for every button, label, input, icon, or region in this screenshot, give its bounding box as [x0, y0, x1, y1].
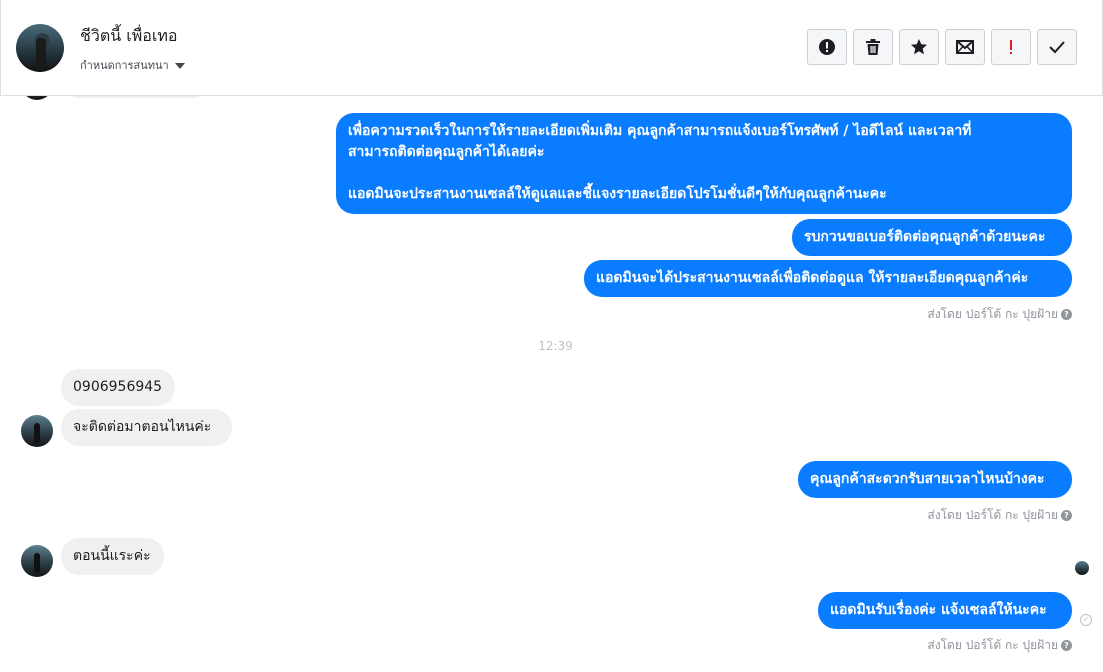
seen-avatar: [1075, 561, 1089, 575]
caret-down-icon: [174, 63, 185, 69]
outgoing-message-bubble[interactable]: เพื่อความรวดเร็วในการให้รายละเอียดเพิ่มเ…: [336, 113, 1072, 214]
timestamp: 12:39: [538, 339, 573, 353]
delete-button[interactable]: [853, 29, 893, 65]
trash-icon: [866, 39, 880, 55]
message-text: รบกวนขอเบอร์ติดต่อคุณลูกค้าด้วยนะคะ: [804, 229, 1046, 245]
message-text: 0906956945: [73, 379, 163, 395]
message-thread: เพื่อความรวดเร็วในการให้รายละเอียดเพิ่มเ…: [0, 96, 1101, 672]
conversation-settings-label: กำหนดการสนทนา: [80, 59, 169, 72]
help-icon[interactable]: ?: [1061, 640, 1072, 651]
message-text: เพื่อความรวดเร็วในการให้รายละเอียดเพิ่มเ…: [348, 123, 972, 139]
sent-by-label: ส่งโดย ปอร์โต้ กะ ปุยฝ้าย?: [927, 506, 1072, 525]
conversation-settings-dropdown[interactable]: กำหนดการสนทนา: [80, 56, 185, 74]
help-icon[interactable]: ?: [1061, 309, 1072, 320]
message-text: จะติดต่อมาตอนไหนค่ะ: [73, 419, 212, 435]
sent-by-text: ส่งโดย ปอร์โต้ กะ ปุยฝ้าย: [927, 508, 1058, 522]
sent-by-label: ส่งโดย ปอร์โต้ กะ ปุยฝ้าย?: [927, 305, 1072, 324]
message-text: สามารถติดต่อคุณลูกค้าได้เลยค่ะ: [348, 144, 545, 160]
outgoing-message-bubble[interactable]: แอดมินรับเรื่องค่ะ แจ้งเซลล์ให้นะคะ: [818, 592, 1072, 629]
incoming-message-bubble-cutoff[interactable]: [61, 96, 211, 98]
star-button[interactable]: [899, 29, 939, 65]
sent-by-text: ส่งโดย ปอร์โต้ กะ ปุยฝ้าย: [927, 307, 1058, 321]
outgoing-message-bubble[interactable]: คุณลูกค้าสะดวกรับสายเวลาไหนบ้างคะ: [798, 461, 1072, 498]
incoming-message-bubble[interactable]: ตอนนี้แระค่ะ: [61, 538, 164, 575]
help-icon[interactable]: ?: [1061, 510, 1072, 521]
message-text: แอดมินรับเรื่องค่ะ แจ้งเซลล์ให้นะคะ: [830, 602, 1047, 618]
mark-unread-button[interactable]: [945, 29, 985, 65]
mark-done-button[interactable]: [1037, 29, 1077, 65]
message-text: แอดมินจะได้ประสานงานเซลล์เพื่อติดต่อดูแล…: [596, 270, 1029, 286]
star-icon: [911, 39, 927, 55]
envelope-icon: [956, 40, 974, 54]
message-text: คุณลูกค้าสะดวกรับสายเวลาไหนบ้างคะ: [810, 471, 1045, 487]
red-exclamation-icon: [1010, 40, 1012, 54]
sent-by-label: ส่งโดย ปอร์โต้ กะ ปุยฝ้าย?: [927, 636, 1072, 655]
action-toolbar: [807, 29, 1077, 65]
message-text: แอดมินจะประสานงานเซลล์ให้ดูแลและชี้แจงรา…: [348, 186, 887, 202]
follow-up-button[interactable]: [991, 29, 1031, 65]
outgoing-message-bubble[interactable]: รบกวนขอเบอร์ติดต่อคุณลูกค้าด้วยนะคะ: [792, 219, 1072, 256]
contact-avatar-small[interactable]: [21, 415, 53, 447]
contact-name[interactable]: ชีวิตนี้ เพื่อเทอ: [80, 24, 178, 49]
incoming-message-bubble[interactable]: จะติดต่อมาตอนไหนค่ะ: [61, 409, 232, 446]
check-icon: [1049, 41, 1065, 54]
incoming-message-bubble[interactable]: 0906956945: [61, 369, 175, 406]
sent-check-icon: ✓: [1080, 614, 1092, 626]
contact-avatar-small: [21, 96, 53, 100]
mark-spam-button[interactable]: [807, 29, 847, 65]
contact-avatar-small[interactable]: [21, 545, 53, 577]
sent-by-text: ส่งโดย ปอร์โต้ กะ ปุยฝ้าย: [927, 638, 1058, 652]
conversation-header: ชีวิตนี้ เพื่อเทอ กำหนดการสนทนา: [0, 0, 1103, 96]
contact-avatar[interactable]: [16, 24, 64, 72]
exclamation-circle-icon: [819, 39, 835, 55]
outgoing-message-bubble[interactable]: แอดมินจะได้ประสานงานเซลล์เพื่อติดต่อดูแล…: [584, 260, 1072, 297]
message-text: ตอนนี้แระค่ะ: [73, 548, 151, 564]
